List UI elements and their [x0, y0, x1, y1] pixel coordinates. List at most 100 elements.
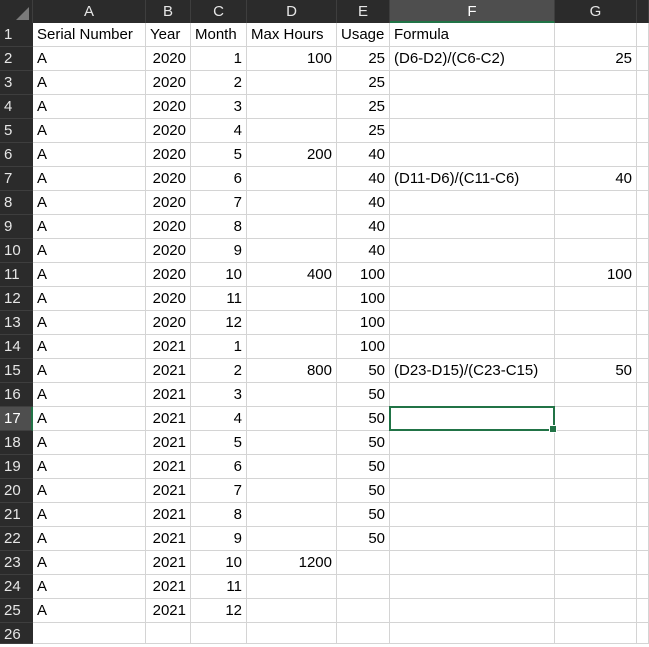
- cell-a13[interactable]: A: [33, 311, 146, 335]
- cell-a19[interactable]: A: [33, 455, 146, 479]
- cell-e8[interactable]: 40: [337, 191, 390, 215]
- cell-c14[interactable]: 1: [191, 335, 247, 359]
- cell-a12[interactable]: A: [33, 287, 146, 311]
- cell-e19[interactable]: 50: [337, 455, 390, 479]
- cell-b7[interactable]: 2020: [146, 167, 191, 191]
- cell-a15[interactable]: A: [33, 359, 146, 383]
- cell-d16[interactable]: [247, 383, 337, 407]
- cell-a20[interactable]: A: [33, 479, 146, 503]
- cell-a8[interactable]: A: [33, 191, 146, 215]
- cell-g21[interactable]: [555, 503, 637, 527]
- cell-b25[interactable]: 2021: [146, 599, 191, 623]
- row-header-23[interactable]: 23: [0, 551, 33, 575]
- cell-g2[interactable]: 25: [555, 47, 637, 71]
- cell-c23[interactable]: 10: [191, 551, 247, 575]
- cell-g7[interactable]: 40: [555, 167, 637, 191]
- cell-f22[interactable]: [390, 527, 555, 551]
- cell-f8[interactable]: [390, 191, 555, 215]
- cell-a18[interactable]: A: [33, 431, 146, 455]
- cell-a10[interactable]: A: [33, 239, 146, 263]
- cell-c20[interactable]: 7: [191, 479, 247, 503]
- cell-b26[interactable]: [146, 623, 191, 644]
- cell-d2[interactable]: 100: [247, 47, 337, 71]
- cell-f16[interactable]: [390, 383, 555, 407]
- cell-e15[interactable]: 50: [337, 359, 390, 383]
- cell-g24[interactable]: [555, 575, 637, 599]
- cell-g8[interactable]: [555, 191, 637, 215]
- cell-f12[interactable]: [390, 287, 555, 311]
- cell-c10[interactable]: 9: [191, 239, 247, 263]
- cell-e2[interactable]: 25: [337, 47, 390, 71]
- cell-e12[interactable]: 100: [337, 287, 390, 311]
- cell-b18[interactable]: 2021: [146, 431, 191, 455]
- cell-a4[interactable]: A: [33, 95, 146, 119]
- cell-c7[interactable]: 6: [191, 167, 247, 191]
- cell-a17[interactable]: A: [33, 407, 146, 431]
- cell-g25[interactable]: [555, 599, 637, 623]
- cell-b1[interactable]: Year: [146, 23, 191, 47]
- cell-a1[interactable]: Serial Number: [33, 23, 146, 47]
- cell-b14[interactable]: 2021: [146, 335, 191, 359]
- row-header-21[interactable]: 21: [0, 503, 33, 527]
- column-header-g[interactable]: G: [555, 0, 637, 23]
- cell-d12[interactable]: [247, 287, 337, 311]
- cell-b13[interactable]: 2020: [146, 311, 191, 335]
- cell-d22[interactable]: [247, 527, 337, 551]
- cell-g5[interactable]: [555, 119, 637, 143]
- row-header-20[interactable]: 20: [0, 479, 33, 503]
- cell-b19[interactable]: 2021: [146, 455, 191, 479]
- cell-f17[interactable]: [390, 407, 555, 431]
- cell-b20[interactable]: 2021: [146, 479, 191, 503]
- cell-c25[interactable]: 12: [191, 599, 247, 623]
- cell-a14[interactable]: A: [33, 335, 146, 359]
- cell-g14[interactable]: [555, 335, 637, 359]
- cell-f6[interactable]: [390, 143, 555, 167]
- cell-c13[interactable]: 12: [191, 311, 247, 335]
- cell-c18[interactable]: 5: [191, 431, 247, 455]
- cell-e25[interactable]: [337, 599, 390, 623]
- row-header-13[interactable]: 13: [0, 311, 33, 335]
- cell-e23[interactable]: [337, 551, 390, 575]
- cell-g11[interactable]: 100: [555, 263, 637, 287]
- cell-c2[interactable]: 1: [191, 47, 247, 71]
- row-header-3[interactable]: 3: [0, 71, 33, 95]
- cell-g23[interactable]: [555, 551, 637, 575]
- cell-d20[interactable]: [247, 479, 337, 503]
- row-header-6[interactable]: 6: [0, 143, 33, 167]
- cell-d24[interactable]: [247, 575, 337, 599]
- cell-a26[interactable]: [33, 623, 146, 644]
- row-header-15[interactable]: 15: [0, 359, 33, 383]
- cell-b24[interactable]: 2021: [146, 575, 191, 599]
- cell-f1[interactable]: Formula: [390, 23, 555, 47]
- row-header-5[interactable]: 5: [0, 119, 33, 143]
- cell-d21[interactable]: [247, 503, 337, 527]
- cell-a3[interactable]: A: [33, 71, 146, 95]
- cell-b4[interactable]: 2020: [146, 95, 191, 119]
- cell-b8[interactable]: 2020: [146, 191, 191, 215]
- cell-b22[interactable]: 2021: [146, 527, 191, 551]
- cell-c4[interactable]: 3: [191, 95, 247, 119]
- cell-e17[interactable]: 50: [337, 407, 390, 431]
- cell-g20[interactable]: [555, 479, 637, 503]
- cell-a7[interactable]: A: [33, 167, 146, 191]
- cell-b16[interactable]: 2021: [146, 383, 191, 407]
- row-header-22[interactable]: 22: [0, 527, 33, 551]
- column-header-c[interactable]: C: [191, 0, 247, 23]
- cell-f21[interactable]: [390, 503, 555, 527]
- cell-e13[interactable]: 100: [337, 311, 390, 335]
- row-header-17[interactable]: 17: [0, 407, 33, 431]
- cell-g17[interactable]: [555, 407, 637, 431]
- cell-g19[interactable]: [555, 455, 637, 479]
- cell-d23[interactable]: 1200: [247, 551, 337, 575]
- cell-g1[interactable]: [555, 23, 637, 47]
- cell-d14[interactable]: [247, 335, 337, 359]
- cell-f18[interactable]: [390, 431, 555, 455]
- cell-e20[interactable]: 50: [337, 479, 390, 503]
- spreadsheet-grid[interactable]: A B C D E F G 1 Serial Number Year Month Max Hours U…: [0, 0, 649, 644]
- cell-e21[interactable]: 50: [337, 503, 390, 527]
- cell-d7[interactable]: [247, 167, 337, 191]
- cell-g15[interactable]: 50: [555, 359, 637, 383]
- cell-f10[interactable]: [390, 239, 555, 263]
- cell-d15[interactable]: 800: [247, 359, 337, 383]
- cell-f9[interactable]: [390, 215, 555, 239]
